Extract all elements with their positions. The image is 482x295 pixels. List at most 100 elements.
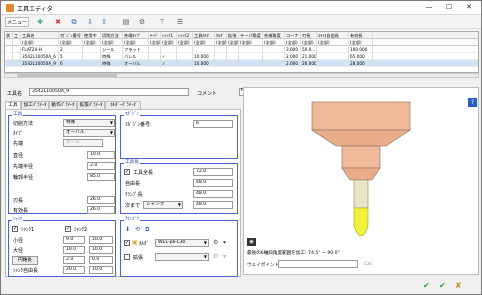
- row-cell[interactable]: [317, 60, 349, 67]
- row-cell[interactable]: 65.000: [349, 53, 373, 60]
- filter-cell[interactable]: (全部): [83, 39, 101, 46]
- maximize-button[interactable]: ☐: [439, 2, 459, 13]
- row-cell[interactable]: 21.000: [301, 53, 317, 60]
- waypoint-input[interactable]: [278, 260, 358, 268]
- row-cell[interactable]: [83, 46, 101, 53]
- row-cell[interactable]: 2.000: [285, 53, 301, 60]
- filter-cell[interactable]: (全部): [193, 39, 215, 46]
- database-icon[interactable]: ▤: [121, 17, 131, 27]
- scrollbar-thumb[interactable]: [17, 74, 117, 77]
- row-cell[interactable]: 100.000: [349, 46, 373, 53]
- header-cell[interactable]: 先端ﾀｲﾌﾟ: [123, 32, 149, 39]
- row-cell[interactable]: シール: [101, 46, 123, 53]
- ok-check-icon[interactable]: ✔: [423, 281, 430, 290]
- row-cell[interactable]: [149, 60, 161, 67]
- holder-select[interactable]: WEL-p6-L30 ▼: [155, 239, 209, 247]
- table-row[interactable]: 3542L10050A_9 6 特殊 オーバル ✓ 10.000 2.000 26.000 28…: [5, 60, 478, 67]
- row-cell[interactable]: 3542L10050A_9: [21, 60, 59, 67]
- row-cell[interactable]: [161, 46, 177, 53]
- row-cell[interactable]: [239, 46, 263, 53]
- header-cell[interactable]: 有効長: [349, 32, 373, 39]
- filter-cell[interactable]: [13, 39, 21, 46]
- header-cell[interactable]: 拡張: [227, 32, 239, 39]
- table-horizontal-scrollbar[interactable]: [4, 73, 479, 78]
- holder-checkbox[interactable]: ✓: [124, 240, 130, 246]
- tab-tool[interactable]: 工具: [5, 101, 21, 109]
- blade-length-input[interactable]: 26.0: [87, 196, 115, 204]
- row-cell[interactable]: ✓: [161, 53, 177, 60]
- row-cell[interactable]: [263, 60, 285, 67]
- next-to-select[interactable]: シャンク ▼: [143, 201, 183, 209]
- row-cell[interactable]: [5, 60, 13, 67]
- filter-cell[interactable]: (全部): [349, 39, 373, 46]
- filter-cell[interactable]: (全部): [285, 39, 301, 46]
- row-cell[interactable]: 3.000: [285, 46, 301, 53]
- tool-name-input[interactable]: 3542L10050A_9: [29, 88, 189, 96]
- row-cell[interactable]: 特殊: [101, 60, 123, 67]
- header-cell[interactable]: ｼｬﾝｸ1: [161, 32, 177, 39]
- row-cell[interactable]: [215, 46, 227, 53]
- header-cell[interactable]: ｽﾗｲｽ自由長: [317, 32, 349, 39]
- close-button[interactable]: ✕: [459, 2, 479, 13]
- tool-total-length-input[interactable]: 72.0: [193, 168, 233, 176]
- filter-cell[interactable]: (全部): [263, 39, 285, 46]
- refresh-icon[interactable]: ⟲: [135, 226, 140, 233]
- row-cell[interactable]: [83, 60, 101, 67]
- clamp-length-input[interactable]: 48.0: [193, 190, 233, 198]
- shank2-cone-input[interactable]: 0.0: [89, 256, 113, 264]
- cone-length-button[interactable]: 円錐長: [12, 256, 38, 265]
- row-cell[interactable]: 特殊: [101, 53, 123, 60]
- filter-cell[interactable]: (全部): [317, 39, 349, 46]
- filter-cell[interactable]: (全部): [59, 39, 83, 46]
- row-cell[interactable]: バレル: [123, 53, 149, 60]
- import-icon[interactable]: ⇩: [85, 17, 95, 27]
- filter-cell[interactable]: (全部): [21, 39, 59, 46]
- row-cell[interactable]: [263, 46, 285, 53]
- add-tool-icon[interactable]: ✚: [35, 17, 45, 27]
- filter-cell[interactable]: (全部): [301, 39, 317, 46]
- row-cell[interactable]: [177, 60, 193, 67]
- holder-more-icon[interactable]: ▾: [223, 239, 226, 246]
- filter-cell[interactable]: (全部): [149, 39, 161, 46]
- header-cell[interactable]: 刃長: [301, 32, 317, 39]
- copy-tool-icon[interactable]: ⧉: [69, 17, 79, 27]
- row-cell[interactable]: [5, 53, 13, 60]
- header-cell[interactable]: 工具ﾎﾙﾀﾞ: [193, 32, 215, 39]
- tab-motion-params[interactable]: 動作ﾊﾟﾗﾒｰﾀ: [49, 101, 77, 109]
- filter-cell[interactable]: [5, 39, 13, 46]
- header-cell[interactable]: ﾃｰﾊﾟ: [149, 32, 161, 39]
- header-cell[interactable]: テーパ角度: [239, 32, 263, 39]
- row-cell[interactable]: 6: [59, 60, 83, 67]
- free-length-input[interactable]: 48.0: [193, 179, 233, 187]
- extension-settings-icon[interactable]: ⚙: [213, 253, 218, 260]
- assembly-icon[interactable]: ⧉: [145, 226, 149, 234]
- shank1-cone-input[interactable]: 2.0: [63, 256, 85, 264]
- row-cell[interactable]: [13, 53, 21, 60]
- header-cell[interactable]: コーナ: [285, 32, 301, 39]
- shank1-min-diameter-input[interactable]: 9.0: [63, 236, 85, 244]
- shank1-large-diameter-input[interactable]: 10.0: [63, 246, 85, 254]
- holder-settings-icon[interactable]: ⚙: [213, 239, 218, 246]
- row-cell[interactable]: 26.000: [301, 60, 317, 67]
- row-cell[interactable]: オーバル: [123, 60, 149, 67]
- diameter-input[interactable]: 10.0: [87, 151, 115, 159]
- filter-cell[interactable]: (全部): [239, 39, 263, 46]
- filter-cell[interactable]: (全部): [101, 39, 123, 46]
- import-icon[interactable]: ⬇: [125, 226, 130, 233]
- tip-select[interactable]: ボール: [63, 139, 103, 147]
- header-cell[interactable]: ｼｬﾝｸ2: [177, 32, 193, 39]
- row-cell[interactable]: [317, 46, 349, 53]
- columns-icon[interactable]: ☰: [175, 17, 185, 27]
- header-cell[interactable]: 工: [13, 32, 21, 39]
- row-cell[interactable]: [239, 53, 263, 60]
- row-cell[interactable]: 10.000: [193, 60, 215, 67]
- row-cell[interactable]: [177, 46, 193, 53]
- row-cell[interactable]: [227, 53, 239, 60]
- row-cell[interactable]: [193, 46, 215, 53]
- header-cell[interactable]: ﾎﾙﾀﾞ: [215, 32, 227, 39]
- filter-cell[interactable]: (全部): [215, 39, 227, 46]
- header-cell[interactable]: ﾏｶﾞｼﾞﾝ番号: [59, 32, 83, 39]
- tab-holder-params[interactable]: ﾎﾙﾀﾞｰﾊﾟﾗﾒｰﾀ: [105, 101, 141, 109]
- table-filter-row[interactable]: (全部) (全部) (全部) (全部) (全部) (全部) (全部) (全部) (全部) (全部)…: [5, 39, 478, 46]
- table-row[interactable]: FLAT24-H 2 シール フラット 3.000 50.0... 100.000: [5, 46, 478, 53]
